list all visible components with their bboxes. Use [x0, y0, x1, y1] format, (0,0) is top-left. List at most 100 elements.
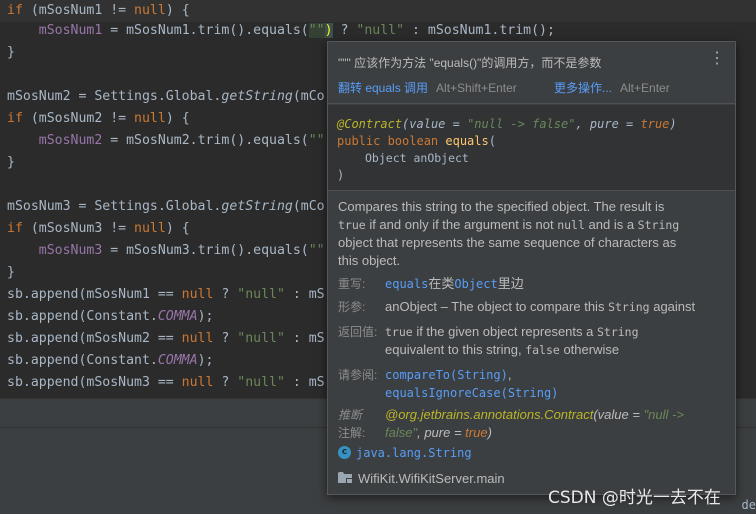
code-text: true	[338, 218, 366, 232]
string-literal: "null"	[237, 375, 285, 390]
code-text: ) {	[165, 3, 190, 18]
code-text: ) {	[165, 111, 190, 126]
doc-text: this object.	[338, 253, 401, 268]
code-text: ?	[213, 287, 238, 302]
code-text: = mSosNum2.trim().equals(	[102, 133, 309, 148]
signature-declaration-line: public boolean equals(	[337, 133, 496, 150]
flip-equals-action[interactable]: 翻转 equals 调用 Alt+Shift+Enter	[338, 79, 517, 96]
containing-class-link[interactable]: java.lang.String	[356, 446, 472, 460]
code-text: = mSosNum3.trim().equals(	[102, 243, 309, 258]
string-literal: ""	[308, 133, 325, 148]
doc-see-also-row: 请参阅: compareTo(String), equalsIgnoreCase(…	[338, 366, 733, 402]
code-text: );	[197, 353, 214, 368]
doc-text: 里边	[497, 276, 524, 291]
code-text: pure	[589, 117, 619, 131]
code-text: sb.append(Constant.	[7, 353, 158, 368]
code-text: String	[596, 325, 639, 339]
shortcut-label: Alt+Shift+Enter	[436, 81, 517, 95]
code-text: = mSosNum1.trim().equals(	[102, 23, 309, 38]
code-line[interactable]: mSosNum1 = mSosNum1.trim().equals("") ? …	[0, 20, 756, 42]
keyword: if	[7, 3, 23, 18]
doc-text: object that represents the same sequence…	[338, 235, 677, 250]
field: mSosNum2	[38, 133, 103, 148]
string-literal: ""	[308, 243, 325, 258]
string-literal: false"	[385, 425, 418, 440]
code-text: : mS	[284, 331, 325, 346]
constant: COMMA	[157, 309, 198, 324]
string-literal: "null"	[237, 287, 285, 302]
code-text: )	[669, 117, 677, 131]
code-text: (mSosNum1 !=	[22, 3, 135, 18]
keyword: null	[181, 331, 214, 346]
keyword: true	[465, 425, 488, 440]
see-also-link[interactable]: compareTo(String)	[385, 368, 508, 382]
signature-close-line: )	[337, 167, 344, 184]
code-text: (mCo	[292, 89, 325, 104]
code-text: true	[385, 325, 413, 339]
containing-class-row[interactable]: c java.lang.String	[338, 445, 472, 463]
doc-text: value	[597, 407, 629, 422]
field: mSosNum1	[38, 23, 103, 38]
more-actions-action[interactable]: 更多操作... Alt+Enter	[554, 79, 670, 96]
module-folder-icon	[338, 471, 353, 487]
doc-value: true if the given object represents a St…	[385, 323, 730, 359]
method-call: getString	[221, 199, 293, 214]
doc-params-row: 形参: anObject – The object to compare thi…	[338, 298, 733, 316]
doc-value: equals在类Object里边	[385, 275, 730, 293]
doc-label: 返回值:	[338, 325, 378, 339]
doc-text: equivalent to this string,	[385, 342, 526, 357]
code-line[interactable]: if (mSosNum1 != null) {	[0, 0, 756, 22]
doc-label: 推断 注解:	[338, 406, 365, 442]
overrides-class-link[interactable]: Object	[454, 277, 497, 291]
code-text: ?	[213, 331, 238, 346]
keyword: null	[181, 287, 214, 302]
code-text: ,	[575, 117, 590, 131]
more-actions-link[interactable]: 更多操作...	[554, 81, 612, 95]
see-also-link[interactable]: equalsIgnoreCase(String)	[385, 386, 558, 400]
keyword: public boolean	[337, 134, 446, 148]
overrides-method-link[interactable]: equals	[385, 277, 428, 291]
doc-text: Compares this string to the specified ob…	[338, 199, 665, 214]
string-literal: "null"	[356, 23, 405, 38]
doc-text: true if and only if the argument is not …	[338, 216, 728, 234]
flip-equals-link[interactable]: 翻转 equals 调用	[338, 81, 428, 95]
doc-text: )	[487, 425, 492, 440]
more-options-icon[interactable]: ⋮	[709, 51, 725, 67]
code-text: (mCo	[292, 199, 325, 214]
doc-text: =	[628, 407, 644, 422]
watermark: CSDN @时光一去不在	[548, 488, 721, 508]
method-name: equals	[445, 134, 489, 148]
doc-text: pure	[424, 425, 451, 440]
doc-text: =	[450, 425, 466, 440]
doc-text: ,	[507, 367, 512, 382]
code-text: ?	[332, 23, 357, 38]
quick-documentation-popup[interactable]: """ 应该作为方法 "equals()"的调用方，而不是参数 ⋮ 翻转 equ…	[327, 41, 736, 495]
doc-label: 请参阅:	[338, 368, 378, 382]
shortcut-label: Alt+Enter	[620, 81, 670, 95]
code-text: mSosNum1.trim();	[427, 23, 555, 38]
field: mSosNum3	[38, 243, 103, 258]
constant: COMMA	[157, 353, 198, 368]
code-text: =	[445, 117, 468, 131]
string-literal: "null"	[237, 331, 285, 346]
doc-returns-row: 返回值: true if the given object represents…	[338, 323, 733, 359]
keyword: null	[134, 3, 166, 18]
signature-param-line: Object anObject	[365, 150, 469, 167]
code-text: (	[488, 134, 496, 148]
code-text: : mS	[284, 375, 325, 390]
code-text: null	[557, 218, 585, 232]
code-text: sb.append(Constant.	[7, 309, 158, 324]
code-text: String	[608, 300, 650, 314]
doc-label: 形参:	[338, 300, 366, 314]
doc-text: and is a	[584, 217, 638, 232]
inspection-warning-text: """ 应该作为方法 "equals()"的调用方，而不是参数	[338, 56, 602, 70]
doc-text: 在类	[428, 276, 455, 291]
inferred-annotation-link[interactable]: @org.jetbrains.annotations.Contract	[385, 407, 593, 422]
code-text: : mS	[284, 287, 325, 302]
matched-paren: )	[324, 23, 333, 38]
code-text: sb.append(mSosNum3 ==	[7, 375, 182, 390]
doc-text: against	[649, 299, 696, 314]
doc-text: if and only if the argument is not	[365, 217, 558, 232]
